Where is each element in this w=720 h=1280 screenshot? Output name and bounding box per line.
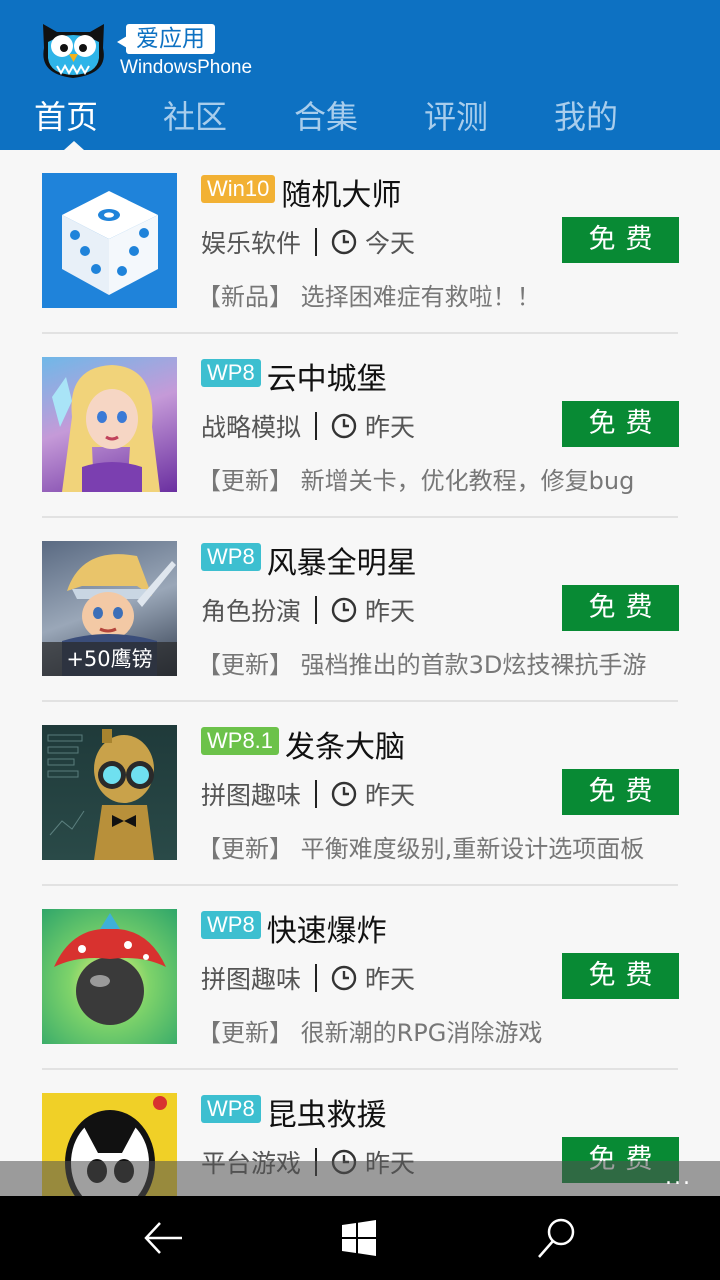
app-date: 昨天 [365,965,416,994]
app-date: 昨天 [365,413,416,442]
tab-collections[interactable]: 合集 [294,92,358,138]
app-meta: 战略模拟 昨天 [201,410,415,442]
princess-icon [42,357,177,492]
robot-icon [42,725,177,860]
app-meta: 娱乐软件 今天 [201,226,415,258]
tab-reviews[interactable]: 评测 [424,92,488,138]
app-description: 【更新】 强档推出的首款3D炫技裸抗手游 [197,651,647,679]
app-description: 【更新】 平衡难度级别,重新设计选项面板 [197,835,645,863]
app-category: 拼图趣味 [201,781,302,810]
app-date: 昨天 [365,781,416,810]
app-title: 昆虫救援 [266,1098,387,1133]
app-header: 爱应用 WindowsPhone 首页 社区 合集 评测 我的 [0,0,720,150]
search-icon[interactable] [531,1214,581,1262]
clock-icon [331,229,357,255]
clock-icon [331,781,357,807]
platform-badge: WP8 [201,911,261,939]
app-title: 随机大师 [281,178,402,213]
active-tab-indicator [64,141,84,150]
dice-icon [42,173,177,308]
app-title: 云中城堡 [266,362,387,397]
app-description: 【更新】 很新潮的RPG消除游戏 [197,1019,543,1047]
free-download-button[interactable]: 免费 [562,217,679,263]
list-item[interactable]: WP8 云中城堡 战略模拟 昨天 【更新】 新增关卡，优化教程，修复bug 免费 [0,334,720,518]
back-arrow-icon[interactable] [138,1214,188,1262]
app-category: 拼图趣味 [201,965,302,994]
tab-home[interactable]: 首页 [34,92,98,138]
app-meta: 拼图趣味 昨天 [201,962,415,994]
list-item[interactable]: WP8 快速爆炸 拼图趣味 昨天 【更新】 很新潮的RPG消除游戏 免费 [0,886,720,1070]
list-item[interactable]: Win10 随机大师 娱乐软件 今天 【新品】 选择困难症有救啦！！ 免费 [0,150,720,334]
platform-badge: WP8 [201,359,261,387]
warrior-icon: +50鹰镑 [42,541,177,676]
app-category: 角色扮演 [201,597,302,626]
coin-reward-tag: +50鹰镑 [42,642,177,676]
app-title: 发条大脑 [285,730,406,765]
app-title: 风暴全明星 [266,546,417,581]
free-download-button[interactable]: 免费 [562,401,679,447]
app-date: 今天 [365,229,416,258]
bomb-icon [42,909,177,1044]
app-list: Win10 随机大师 娱乐软件 今天 【新品】 选择困难症有救啦！！ 免费 WP… [0,150,720,1196]
platform-badge: Win10 [201,175,276,203]
meta-divider [315,412,318,440]
app-category: 战略模拟 [201,413,302,442]
system-nav-bar [0,1196,720,1280]
windows-start-icon[interactable] [334,1214,384,1262]
list-item[interactable]: WP8.1 发条大脑 拼图趣味 昨天 【更新】 平衡难度级别,重新设计选项面板 … [0,702,720,886]
app-description: 【新品】 选择困难症有救啦！！ [197,283,541,311]
platform-badge: WP8.1 [201,727,280,755]
more-options-button[interactable]: ... [665,1165,692,1190]
list-item[interactable]: +50鹰镑 WP8 风暴全明星 角色扮演 昨天 【更新】 强档推出的首款3D炫技… [0,518,720,702]
app-subtitle: WindowsPhone [120,57,253,78]
clock-icon [331,965,357,991]
app-meta: 拼图趣味 昨天 [201,778,415,810]
app-description: 【更新】 新增关卡，优化教程，修复bug [197,467,635,495]
meta-divider [315,780,318,808]
app-title: 快速爆炸 [266,914,387,949]
main-tabs: 首页 社区 合集 评测 我的 [0,92,720,142]
free-download-button[interactable]: 免费 [562,585,679,631]
free-download-button[interactable]: 免费 [562,769,679,815]
app-meta: 角色扮演 昨天 [201,594,415,626]
app-category: 娱乐软件 [201,229,302,258]
owl-logo-icon [43,24,104,78]
app-name-bubble: 爱应用 [117,24,215,54]
clock-icon [331,413,357,439]
app-date: 昨天 [365,597,416,626]
free-download-button[interactable]: 免费 [562,953,679,999]
app-bar: ... [0,1161,720,1196]
platform-badge: WP8 [201,543,261,571]
meta-divider [315,596,318,624]
meta-divider [315,964,318,992]
platform-badge: WP8 [201,1095,261,1123]
clock-icon [331,597,357,623]
tab-mine[interactable]: 我的 [554,92,618,138]
tab-community[interactable]: 社区 [163,92,227,138]
meta-divider [315,228,318,256]
